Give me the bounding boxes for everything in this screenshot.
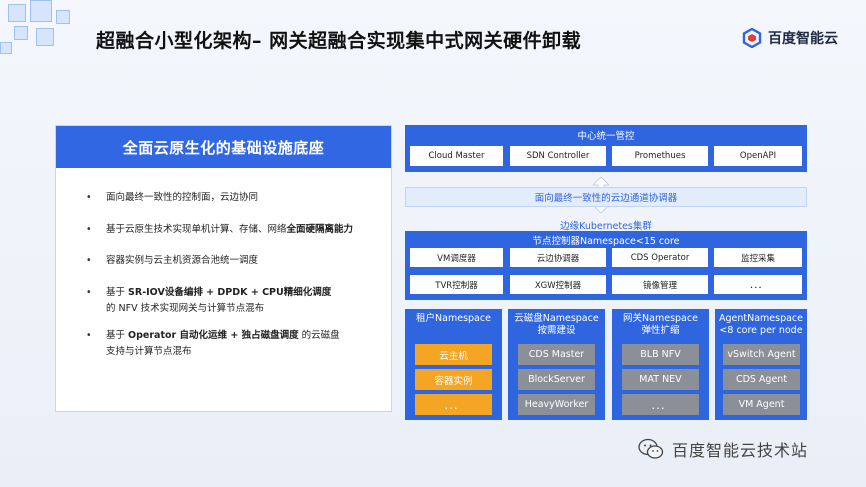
node-item: ．．． xyxy=(714,275,802,294)
namespace-title: 网关Namespace 弹性扩缩 xyxy=(612,309,709,337)
feature-item: 基于 Operator 自动化运维 + 独占磁盘调度 的云磁盘 支持与计算节点混… xyxy=(86,328,371,359)
namespace-title: AgentNamespace <8 core per node xyxy=(715,309,807,337)
namespace-agent: AgentNamespace <8 core per node vSwitch … xyxy=(715,309,807,420)
center-item-openapi: OpenAPI xyxy=(714,146,802,166)
feature-text: 基于云原生技术实现单机计算、存储、网络 xyxy=(106,223,287,235)
center-control-title: 中心统一管控 xyxy=(405,126,807,144)
brand-logo: 百度智能云 xyxy=(742,27,838,49)
slide: 超融合小型化架构– 网关超融合实现集中式网关硬件卸载 百度智能云 全面云原生化的… xyxy=(0,0,866,487)
namespace-tenant: 租户Namespace 云主机 容器实例 ．．． xyxy=(405,309,502,420)
footer-text: 百度智能云技术站 xyxy=(672,441,809,460)
cloud-edge-coordinator-band: 面向最终一致性的云边通道协调器 xyxy=(405,187,807,207)
feature-item: 基于云原生技术实现单机计算、存储、网络全面硬隔离能力 xyxy=(86,222,371,238)
feature-text: 的云磁盘 xyxy=(298,330,340,342)
node-item: VM调度器 xyxy=(410,248,503,267)
footer-watermark: 百度智能云技术站 xyxy=(638,437,808,461)
edge-k8s-label: 边缘Kubernetes集群 xyxy=(560,221,652,232)
feature-item: 面向最终一致性的控制面，云边协同 xyxy=(86,190,371,206)
namespace-item: VM Agent xyxy=(723,394,800,415)
feature-text-line2: 的 NFV 技术实现网关与计算节点混布 xyxy=(106,302,265,314)
center-item-promethues: Promethues xyxy=(612,146,708,166)
namespace-item: CDS Master xyxy=(518,344,595,365)
baidu-cloud-logo-icon xyxy=(742,27,762,49)
namespace-item: HeavyWorker xyxy=(518,394,595,415)
namespace-title-line2: <8 core per node xyxy=(719,324,803,336)
feature-bold-text: SR-IOV设备编排 + DPDK + CPU精细化调度 xyxy=(128,287,332,299)
namespace-item: 云主机 xyxy=(415,344,492,365)
decorative-cubes xyxy=(0,0,90,60)
feature-bold-text: Operator 自动化运维 + 独占磁盘调度 xyxy=(128,330,299,342)
feature-text: 容器实例与云主机资源合池统一调度 xyxy=(106,255,259,267)
namespace-title-line1: 网关Namespace xyxy=(623,313,698,324)
node-controller-title: 节点控制器Namespace<15 core xyxy=(405,232,807,247)
namespace-title-line2: 弹性扩缩 xyxy=(641,324,680,336)
left-panel-header: 全面云原生化的基础设施底座 xyxy=(56,126,391,168)
node-item: XGW控制器 xyxy=(510,275,606,294)
feature-bold-text: 全面硬隔离能力 xyxy=(286,223,354,235)
namespace-item: vSwitch Agent xyxy=(723,344,800,365)
node-item: 云边协调器 xyxy=(510,248,606,267)
namespace-title-line1: 云磁盘Namespace xyxy=(514,313,599,324)
namespace-cloud-disk: 云磁盘Namespace 按需建设 CDS Master BlockServer… xyxy=(508,309,605,420)
node-item: TVR控制器 xyxy=(410,275,503,294)
feature-text: 面向最终一致性的控制面，云边协同 xyxy=(106,192,259,203)
namespace-title: 云磁盘Namespace 按需建设 xyxy=(508,309,605,337)
slide-title: 超融合小型化架构– 网关超融合实现集中式网关硬件卸载 xyxy=(96,30,582,52)
logo-text: 百度智能云 xyxy=(768,31,838,47)
namespace-item: ．．． xyxy=(415,394,492,415)
node-item: 镜像管理 xyxy=(612,275,708,294)
namespace-title-line1: AgentNamespace xyxy=(718,313,803,324)
center-item-sdn-controller: SDN Controller xyxy=(510,146,606,166)
namespace-item: MAT NEV xyxy=(622,369,699,390)
namespace-title-line1: 租户Namespace xyxy=(416,313,491,324)
node-item: CDS Operator xyxy=(612,248,708,267)
namespace-gateway: 网关Namespace 弹性扩缩 BLB NFV MAT NEV ．．． xyxy=(612,309,709,420)
namespace-item: 容器实例 xyxy=(415,369,492,390)
node-item: 监控采集 xyxy=(714,248,802,267)
namespace-title-line2: 按需建设 xyxy=(537,324,576,336)
namespace-item: BLB NFV xyxy=(622,344,699,365)
wechat-icon xyxy=(638,438,664,459)
left-panel: 全面云原生化的基础设施底座 面向最终一致性的控制面，云边协同 基于云原生技术实现… xyxy=(55,125,392,412)
namespace-item: ．．． xyxy=(622,394,699,415)
feature-item: 基于 SR-IOV设备编排 + DPDK + CPU精细化调度 的 NFV 技术… xyxy=(86,285,371,316)
feature-list: 面向最终一致性的控制面，云边协同 基于云原生技术实现单机计算、存储、网络全面硬隔… xyxy=(56,168,391,360)
feature-text-line2: 支持与计算节点混布 xyxy=(106,346,192,358)
center-item-cloud-master: Cloud Master xyxy=(410,146,503,166)
feature-item: 容器实例与云主机资源合池统一调度 xyxy=(86,253,371,269)
namespace-item: BlockServer xyxy=(518,369,595,390)
namespace-title: 租户Namespace xyxy=(405,309,502,325)
feature-text: 基于 xyxy=(106,287,129,299)
feature-text: 基于 xyxy=(106,330,129,342)
namespace-item: CDS Agent xyxy=(723,369,800,390)
